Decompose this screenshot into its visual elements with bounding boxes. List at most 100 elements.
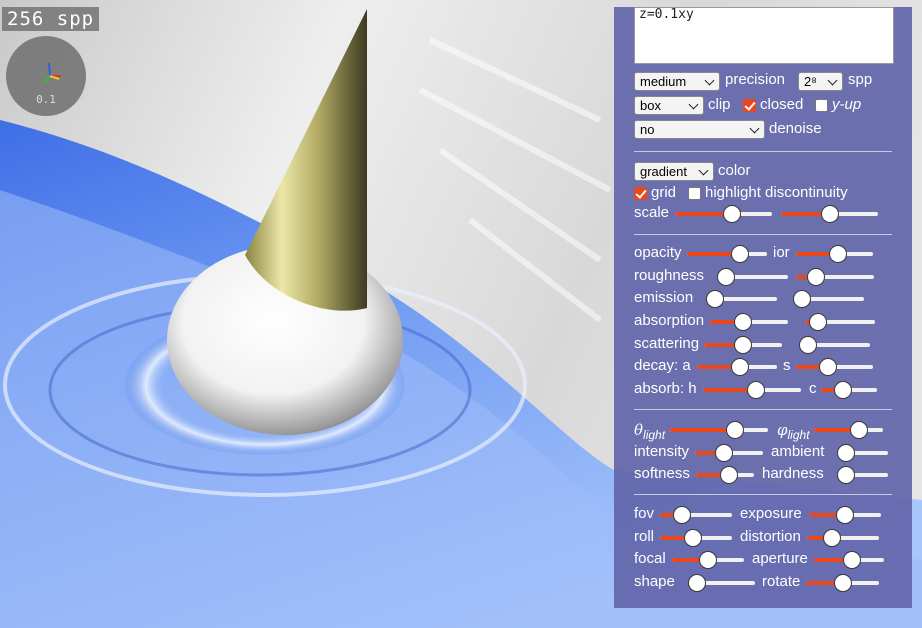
color-mode-select[interactable]: gradient: [634, 162, 714, 181]
divider: [634, 234, 892, 235]
denoise-value: no: [640, 122, 655, 137]
ambient-label: ambient: [771, 443, 825, 460]
scale-slider-b[interactable]: [781, 205, 878, 223]
emission-label: emission: [634, 289, 694, 306]
precision-select[interactable]: medium: [634, 72, 720, 91]
clip-select[interactable]: box: [634, 96, 704, 115]
roughness-slider-2[interactable]: [796, 268, 874, 286]
slider-thumb[interactable]: [734, 313, 752, 331]
absorb-h-slider[interactable]: [703, 381, 801, 399]
y-up-checkbox[interactable]: [815, 99, 828, 112]
distortion-slider[interactable]: [807, 529, 879, 547]
absorption-slider-2[interactable]: [805, 313, 875, 331]
shape-label: shape: [634, 573, 675, 590]
slider-thumb[interactable]: [850, 421, 868, 439]
shape-slider[interactable]: [688, 574, 755, 592]
slider-thumb[interactable]: [673, 506, 691, 524]
roll-slider[interactable]: [660, 529, 732, 547]
ior-slider[interactable]: [796, 245, 873, 263]
equation-editor[interactable]: z=0.1xy: [634, 7, 894, 64]
slider-thumb[interactable]: [819, 358, 837, 376]
decay-s-label: s: [783, 357, 791, 374]
slider-thumb[interactable]: [793, 290, 811, 308]
slider-thumb[interactable]: [717, 268, 735, 286]
scattering-slider[interactable]: [704, 336, 782, 354]
intensity-slider[interactable]: [695, 444, 763, 462]
y-up-label: y-up: [832, 96, 862, 113]
slider-thumb[interactable]: [836, 506, 854, 524]
slider-thumb[interactable]: [715, 444, 733, 462]
fov-slider[interactable]: [660, 506, 732, 524]
roughness-label: roughness: [634, 267, 705, 284]
slider-thumb[interactable]: [834, 574, 852, 592]
clip-value: box: [640, 98, 661, 113]
closed-checkbox[interactable]: [743, 99, 756, 112]
slider-thumb[interactable]: [799, 336, 817, 354]
decay-a-slider[interactable]: [697, 358, 777, 376]
slider-thumb[interactable]: [731, 358, 749, 376]
decay-a-label: decay: a: [634, 357, 691, 374]
grid-label: grid: [651, 184, 677, 201]
phi-light-slider[interactable]: [814, 421, 883, 439]
theta-subscript: light: [643, 428, 666, 442]
slider-thumb[interactable]: [684, 529, 702, 547]
absorb-c-label: c: [809, 380, 817, 397]
chevron-down-icon: [688, 99, 699, 110]
slider-thumb[interactable]: [720, 466, 738, 484]
slider-thumb[interactable]: [706, 290, 724, 308]
ambient-slider[interactable]: [837, 444, 888, 462]
chevron-down-icon: [698, 165, 709, 176]
exposure-slider[interactable]: [809, 506, 881, 524]
theta-light-slider[interactable]: [670, 421, 768, 439]
slider-thumb[interactable]: [843, 551, 861, 569]
opacity-slider[interactable]: [687, 245, 767, 263]
axis-gizmo[interactable]: 0.1: [6, 36, 86, 116]
slider-thumb[interactable]: [837, 466, 855, 484]
scale-label: scale: [634, 204, 670, 221]
slider-thumb[interactable]: [731, 245, 749, 263]
absorption-slider[interactable]: [710, 313, 788, 331]
slider-thumb[interactable]: [837, 444, 855, 462]
slider-thumb[interactable]: [809, 313, 827, 331]
theta-light-label: θlight: [634, 421, 665, 444]
slider-thumb[interactable]: [807, 268, 825, 286]
spp-select[interactable]: 2⁸: [798, 72, 843, 91]
scale-slider-a[interactable]: [675, 205, 772, 223]
slider-thumb[interactable]: [734, 336, 752, 354]
emission-slider-2[interactable]: [793, 290, 864, 308]
highlight-discontinuity-checkbox[interactable]: [688, 187, 701, 200]
slider-thumb[interactable]: [834, 381, 852, 399]
absorb-h-label: absorb: h: [634, 380, 697, 397]
chevron-down-icon: [827, 75, 838, 86]
slider-thumb[interactable]: [688, 574, 706, 592]
roughness-slider[interactable]: [717, 268, 788, 286]
rotate-slider[interactable]: [806, 574, 879, 592]
slider-thumb[interactable]: [821, 205, 839, 223]
slider-thumb[interactable]: [726, 421, 744, 439]
roll-label: roll: [634, 528, 655, 545]
aperture-slider[interactable]: [814, 551, 884, 569]
absorb-c-slider[interactable]: [821, 381, 877, 399]
slider-thumb[interactable]: [699, 551, 717, 569]
grid-checkbox[interactable]: [634, 187, 647, 200]
phi-light-label: φlight: [777, 421, 810, 444]
focal-slider[interactable]: [672, 551, 744, 569]
highlight-discontinuity-label: highlight discontinuity: [705, 184, 848, 201]
slider-thumb[interactable]: [747, 381, 765, 399]
precision-label: precision: [725, 71, 786, 88]
slider-thumb[interactable]: [823, 529, 841, 547]
phi-subscript: light: [787, 428, 810, 442]
decay-s-slider[interactable]: [796, 358, 873, 376]
slider-thumb[interactable]: [723, 205, 741, 223]
denoise-select[interactable]: no: [634, 120, 765, 139]
hardness-slider[interactable]: [837, 466, 888, 484]
divider: [634, 151, 892, 152]
scattering-slider-2[interactable]: [799, 336, 870, 354]
softness-slider[interactable]: [696, 466, 754, 484]
chevron-down-icon: [749, 123, 760, 134]
slider-thumb[interactable]: [829, 245, 847, 263]
denoise-label: denoise: [769, 120, 822, 137]
aperture-label: aperture: [752, 550, 808, 567]
fov-label: fov: [634, 505, 655, 522]
emission-slider[interactable]: [706, 290, 777, 308]
